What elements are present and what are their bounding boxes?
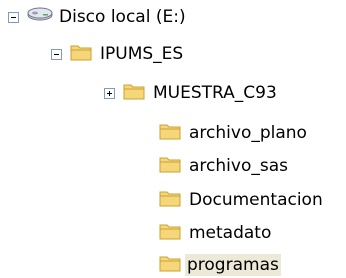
tree-item-label: IPUMS_ES [100, 44, 184, 64]
tree-item-label: metadato [189, 223, 272, 243]
tree-item-folder[interactable]: metadato [159, 218, 273, 248]
expand-toggle[interactable] [104, 87, 115, 99]
tree-item-label: MUESTRA_C93 [153, 83, 277, 103]
hard-drive-icon [27, 7, 53, 28]
tree-item-folder[interactable]: Documentacion [159, 185, 325, 215]
collapse-toggle[interactable] [51, 48, 62, 60]
tree-item-label: archivo_sas [189, 156, 288, 176]
folder-icon [159, 155, 181, 178]
folder-icon [159, 254, 181, 277]
collapse-toggle[interactable] [8, 11, 19, 23]
tree-item-label: Documentacion [189, 190, 323, 210]
tree-item-folder-selected[interactable]: programas [159, 250, 281, 278]
tree-item-drive[interactable]: Disco local (E:) [8, 2, 188, 32]
tree-item-label: archivo_plano [189, 123, 307, 143]
tree-item-folder[interactable]: archivo_sas [159, 151, 290, 181]
tree-item-label: Disco local (E:) [59, 7, 186, 27]
folder-icon [70, 43, 92, 66]
folder-icon [159, 122, 181, 145]
tree-item-folder[interactable]: archivo_plano [159, 118, 309, 148]
tree-item-ipums[interactable]: IPUMS_ES [51, 39, 185, 69]
folder-icon [159, 222, 181, 245]
folder-icon [123, 82, 145, 105]
tree-item-label: programas [185, 254, 281, 276]
tree-item-muestra[interactable]: MUESTRA_C93 [104, 78, 279, 108]
folder-icon [159, 189, 181, 212]
